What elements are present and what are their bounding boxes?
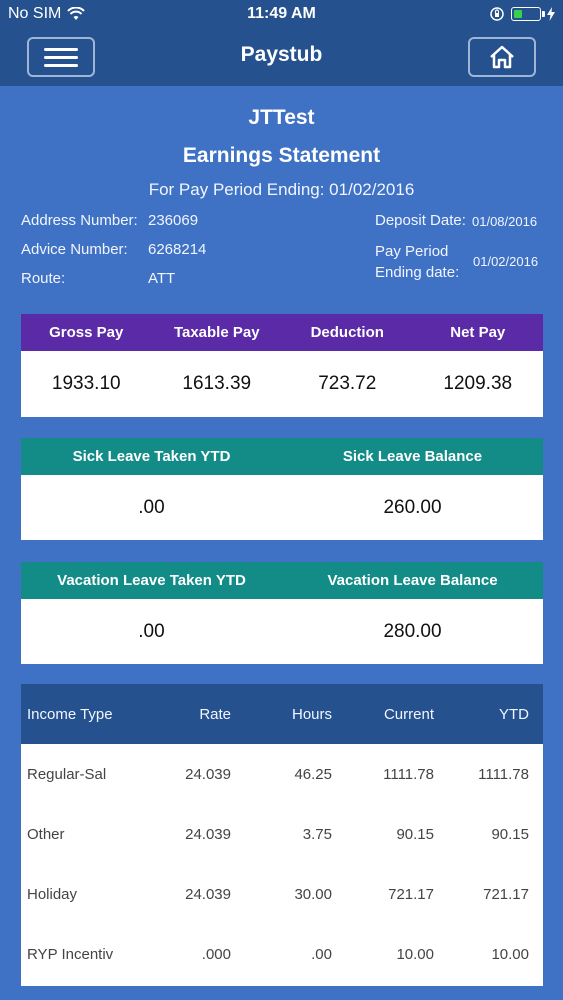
- nav-bar: Paystub: [0, 30, 563, 86]
- current-cell: 721.17: [388, 885, 434, 903]
- info-route-row: Route: ATT: [21, 270, 206, 299]
- income-type-cell: Holiday: [27, 885, 78, 903]
- home-icon: [490, 45, 514, 69]
- hours-cell: 30.00: [294, 885, 332, 903]
- current-header: Current: [383, 705, 434, 723]
- pay-summary-card: Gross Pay Taxable Pay Deduction Net Pay …: [21, 314, 543, 417]
- charging-icon: [547, 7, 555, 21]
- ending-date-label-line1: Pay Period: [375, 243, 449, 260]
- status-bar: No SIM 11:49 AM: [0, 0, 563, 30]
- ending-date-row: Pay Period Ending date: 01/02/2016: [375, 241, 538, 283]
- net-pay-header: Net Pay: [450, 324, 506, 341]
- vacation-leave-values: .00 280.00: [21, 599, 543, 664]
- sick-leave-values: .00 260.00: [21, 475, 543, 540]
- pay-summary-values: 1933.10 1613.39 723.72 1209.38: [21, 351, 543, 417]
- status-time: 11:49 AM: [247, 5, 316, 22]
- ytd-cell: 721.17: [483, 885, 529, 903]
- ytd-cell: 10.00: [491, 945, 529, 963]
- orientation-lock-icon: [490, 7, 504, 21]
- vacation-leave-taken-value: .00: [138, 620, 165, 642]
- sick-leave-balance-value: 260.00: [383, 496, 442, 518]
- status-right: [489, 6, 555, 22]
- net-pay-value: 1209.38: [443, 373, 513, 394]
- hours-cell: .00: [311, 945, 332, 963]
- battery-icon: [511, 7, 545, 21]
- deduction-value: 723.72: [318, 373, 377, 394]
- info-address-row: Address Number: 236069: [21, 212, 206, 241]
- hours-header: Hours: [291, 705, 332, 723]
- rate-header: Rate: [199, 705, 231, 723]
- income-type-cell: Other: [27, 825, 65, 843]
- income-type-cell: Regular-Sal: [27, 765, 107, 783]
- address-number-value: 236069: [148, 212, 199, 229]
- gross-pay-value: 1933.10: [51, 373, 121, 394]
- hours-cell: 3.75: [302, 825, 332, 843]
- income-table: Income Type Rate Hours Current YTD Regul…: [21, 684, 543, 986]
- deposit-info: Deposit Date: 01/08/2016 Pay Period Endi…: [375, 212, 538, 283]
- deposit-date-label: Deposit Date:: [375, 212, 466, 229]
- vacation-leave-balance-header: Vacation Leave Balance: [327, 572, 498, 589]
- advice-number-label: Advice Number:: [21, 241, 128, 258]
- income-type-cell: RYP Incentiv: [27, 945, 114, 963]
- table-row: Other 24.039 3.75 90.15 90.15: [21, 804, 543, 864]
- rate-cell: 24.039: [185, 885, 231, 903]
- statement-header: JTTest Earnings Statement For Pay Period…: [0, 100, 563, 200]
- table-row: Holiday 24.039 30.00 721.17 721.17: [21, 864, 543, 924]
- deduction-header: Deduction: [310, 324, 384, 341]
- route-value: ATT: [148, 270, 176, 287]
- vacation-leave-balance-value: 280.00: [383, 620, 442, 642]
- vacation-leave-header: Vacation Leave Taken YTD Vacation Leave …: [21, 562, 543, 599]
- table-row: Regular-Sal 24.039 46.25 1111.78 1111.78: [21, 744, 543, 804]
- income-table-header: Income Type Rate Hours Current YTD: [21, 684, 543, 744]
- route-label: Route:: [21, 270, 66, 287]
- pay-period-ending: For Pay Period Ending: 01/02/2016: [148, 180, 415, 199]
- sick-leave-taken-value: .00: [138, 496, 165, 518]
- current-cell: 1111.78: [383, 765, 434, 783]
- rate-cell: 24.039: [185, 765, 231, 783]
- ending-date-label: Pay Period Ending date:: [375, 241, 473, 283]
- deposit-date-value: 01/08/2016: [472, 214, 538, 229]
- statement-title: Earnings Statement: [182, 144, 381, 167]
- ending-date-value: 01/02/2016: [473, 254, 539, 269]
- deposit-date-row: Deposit Date: 01/08/2016: [375, 212, 538, 241]
- ending-date-label-line2: Ending date:: [375, 264, 460, 281]
- gross-pay-header: Gross Pay: [49, 324, 124, 341]
- pay-summary-header: Gross Pay Taxable Pay Deduction Net Pay: [21, 314, 543, 351]
- sick-leave-taken-header: Sick Leave Taken YTD: [72, 448, 231, 465]
- ytd-cell: 90.15: [491, 825, 529, 843]
- company-name: JTTest: [248, 106, 315, 129]
- sick-leave-header: Sick Leave Taken YTD Sick Leave Balance: [21, 438, 543, 475]
- rate-cell: 24.039: [185, 825, 231, 843]
- ytd-cell: 1111.78: [478, 765, 529, 783]
- ytd-header: YTD: [499, 705, 529, 723]
- vacation-leave-card: Vacation Leave Taken YTD Vacation Leave …: [21, 562, 543, 664]
- home-button[interactable]: [468, 37, 536, 77]
- info-advice-row: Advice Number: 6268214: [21, 241, 206, 270]
- employee-info: Address Number: 236069 Advice Number: 62…: [21, 212, 206, 299]
- sick-leave-card: Sick Leave Taken YTD Sick Leave Balance …: [21, 438, 543, 540]
- rate-cell: .000: [201, 945, 231, 963]
- taxable-pay-header: Taxable Pay: [173, 324, 260, 341]
- current-cell: 10.00: [396, 945, 434, 963]
- current-cell: 90.15: [396, 825, 434, 843]
- income-type-header: Income Type: [27, 705, 113, 723]
- taxable-pay-value: 1613.39: [182, 373, 252, 394]
- address-number-label: Address Number:: [21, 212, 138, 229]
- hours-cell: 46.25: [294, 765, 332, 783]
- table-row: RYP Incentiv .000 .00 10.00 10.00: [21, 924, 543, 984]
- vacation-leave-taken-header: Vacation Leave Taken YTD: [57, 572, 246, 589]
- advice-number-value: 6268214: [148, 241, 207, 258]
- sick-leave-balance-header: Sick Leave Balance: [342, 448, 483, 465]
